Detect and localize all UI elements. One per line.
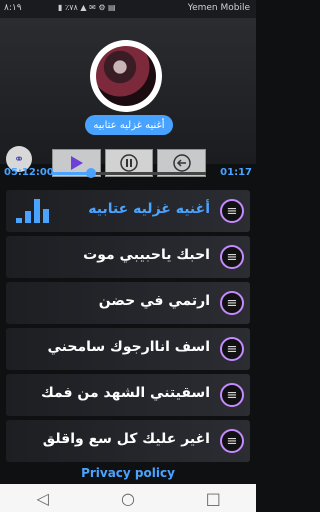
album-art-image <box>96 46 156 106</box>
recents-nav-icon[interactable]: □ <box>199 484 227 512</box>
song-title: ارتمي في حضن <box>98 293 210 309</box>
total-time: 05:12:00 <box>4 167 54 178</box>
elapsed-time: 01:17 <box>220 167 252 178</box>
privacy-policy-link[interactable]: Privacy policy <box>0 466 256 484</box>
song-item[interactable]: اغير عليك كل سع واقلق ≡ <box>6 420 250 462</box>
song-item[interactable]: أغنيه غزليه عتابيه ≡ <box>6 190 250 232</box>
status-icons: ▮ ٪٧٨ ▲ ✉ ⚙ ▤ <box>58 3 116 12</box>
menu-icon[interactable]: ≡ <box>220 291 244 315</box>
song-item[interactable]: احبك ياحبيبي موت ≡ <box>6 236 250 278</box>
seek-bar[interactable] <box>52 168 206 178</box>
battery-text: ٪٧٨ <box>64 3 78 12</box>
song-title: اسف اناارجوك سامحني <box>47 339 210 355</box>
song-title: أغنيه غزليه عتابيه <box>88 201 210 217</box>
song-item[interactable]: ارتمي في حضن ≡ <box>6 282 250 324</box>
progress-area: 05:12:00 01:17 <box>0 164 256 182</box>
song-title: اسقيتني الشهد من فمك <box>40 385 210 401</box>
song-item[interactable]: اسف اناارجوك سامحني ≡ <box>6 328 250 370</box>
status-time: ٨:١٩ <box>4 3 22 13</box>
song-list: أغنيه غزليه عتابيه ≡ احبك ياحبيبي موت ≡ … <box>0 184 256 462</box>
song-title: اغير عليك كل سع واقلق <box>42 431 210 447</box>
menu-icon[interactable]: ≡ <box>220 245 244 269</box>
status-bar: ٨:١٩ ▮ ٪٧٨ ▲ ✉ ⚙ ▤ Yemen Mobile <box>0 0 256 18</box>
seek-fill <box>52 172 91 175</box>
equalizer-icon <box>16 199 52 223</box>
song-title: احبك ياحبيبي موت <box>83 247 210 263</box>
system-nav-bar: ◁ ○ □ <box>0 484 256 512</box>
now-playing-title: أغنيه غزليه عتابيه <box>85 115 173 135</box>
menu-icon[interactable]: ≡ <box>220 337 244 361</box>
back-nav-icon[interactable]: ◁ <box>29 484 57 512</box>
seek-knob[interactable] <box>85 168 96 178</box>
song-item[interactable]: اسقيتني الشهد من فمك ≡ <box>6 374 250 416</box>
menu-icon[interactable]: ≡ <box>220 199 244 223</box>
carrier-name: Yemen Mobile <box>187 3 250 13</box>
menu-icon[interactable]: ≡ <box>220 429 244 453</box>
album-art <box>90 40 162 112</box>
player-header: أغنيه غزليه عتابيه ⚭ <box>0 18 256 177</box>
home-nav-icon[interactable]: ○ <box>114 484 142 512</box>
menu-icon[interactable]: ≡ <box>220 383 244 407</box>
